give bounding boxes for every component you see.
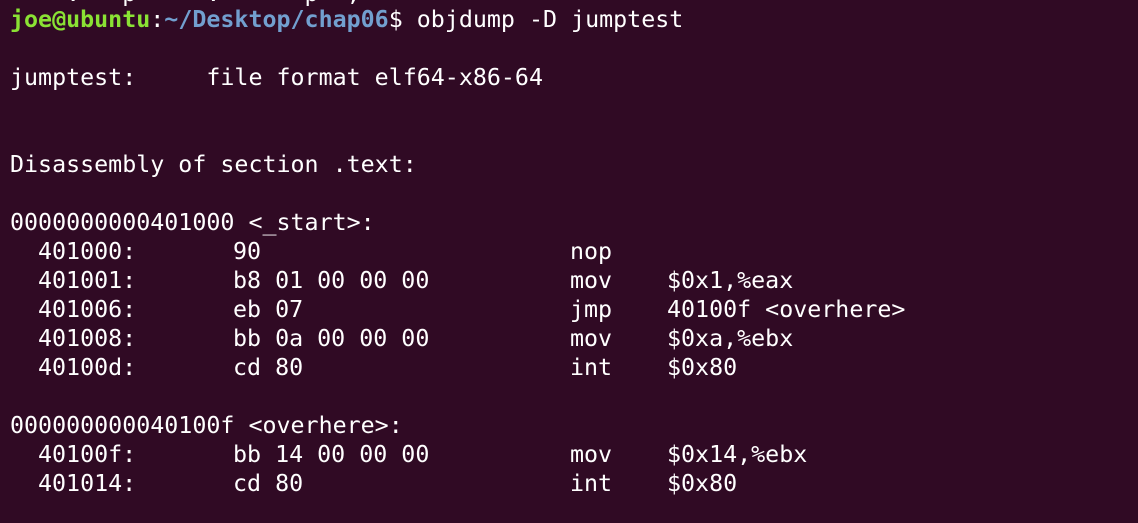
instruction-address: 401014: — [38, 470, 137, 497]
prompt-dollar: $ — [388, 6, 403, 33]
instruction-address: 401000: — [38, 238, 137, 265]
instruction-bytes: eb 07 — [233, 296, 304, 323]
command-text: objdump -D jumptest — [402, 6, 684, 33]
instruction-bytes: b8 01 00 00 00 — [233, 267, 430, 294]
instruction-address: 401001: — [38, 267, 137, 294]
instruction-bytes: cd 80 — [233, 470, 304, 497]
section-label-start: 0000000000401000 <_start>: — [10, 209, 375, 236]
instruction-bytes: bb 14 00 00 00 — [233, 441, 430, 468]
prompt-colon: : — [150, 6, 165, 33]
instruction-address: 401006: — [38, 296, 137, 323]
file-format-line: jumptest: file format elf64-x86-64 — [10, 64, 543, 91]
instruction-bytes: bb 0a 00 00 00 — [233, 325, 430, 352]
prompt-user-host: joe@ubuntu — [10, 6, 151, 33]
disassembly-header: Disassembly of section .text: — [10, 151, 417, 178]
instruction-address: 401008: — [38, 325, 137, 352]
instruction-address: 40100d: — [38, 354, 137, 381]
instruction-mnemonic: mov — [570, 325, 613, 352]
instruction-operands: $0x14,%ebx — [667, 441, 808, 468]
instruction-operands: $0x80 — [667, 470, 738, 497]
instruction-mnemonic: int — [570, 470, 613, 497]
instruction-mnemonic: mov — [570, 267, 613, 294]
instruction-bytes: cd 80 — [233, 354, 304, 381]
instruction-operands: 40100f <overhere> — [667, 296, 906, 323]
instruction-mnemonic: int — [570, 354, 613, 381]
instruction-bytes: 90 — [233, 238, 262, 265]
instruction-operands: $0x80 — [667, 354, 738, 381]
instruction-mnemonic: mov — [570, 441, 613, 468]
instruction-operands: $0x1,%eax — [667, 267, 794, 294]
command-prompt-line: joe@ubuntu:~/Desktop/chap06$ objdump -D … — [10, 5, 683, 34]
instruction-operands: $0xa,%ebx — [667, 325, 794, 352]
instruction-mnemonic: jmp — [570, 296, 613, 323]
instruction-mnemonic: nop — [570, 238, 613, 265]
instruction-address: 40100f: — [38, 441, 137, 468]
prompt-path: ~/Desktop/chap06 — [164, 6, 389, 33]
section-label-overhere: 000000000040100f <overhere>: — [10, 412, 403, 439]
